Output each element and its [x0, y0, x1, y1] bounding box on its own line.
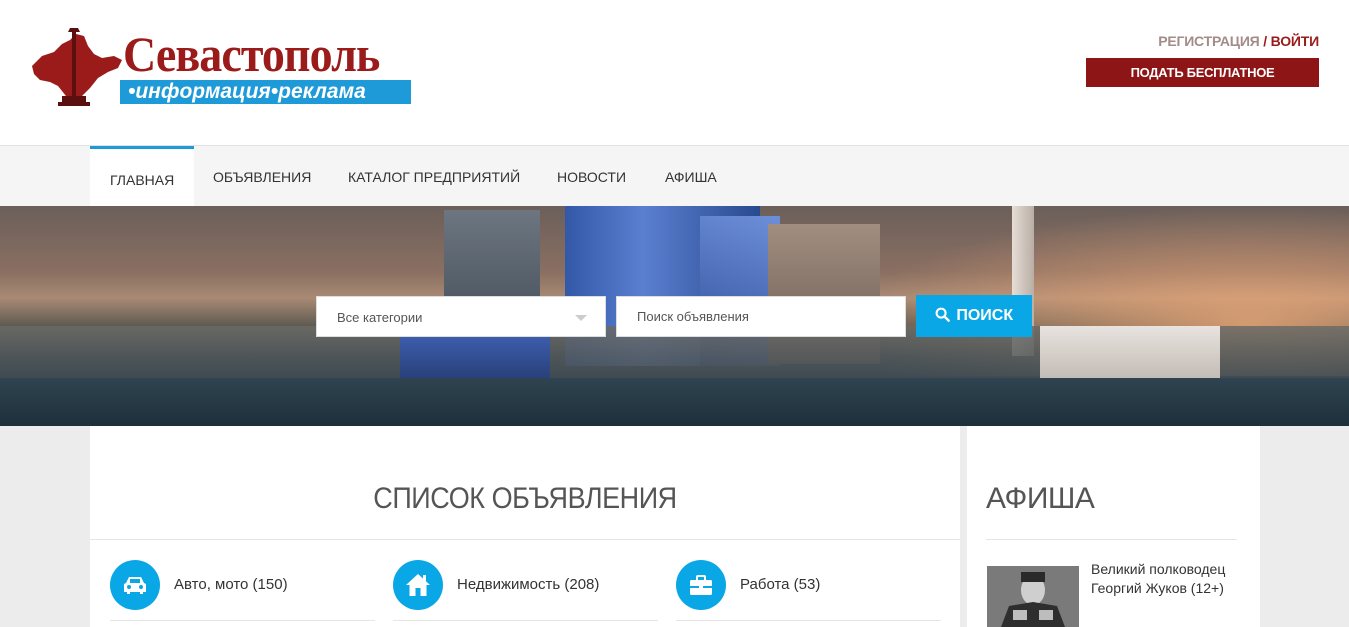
hero-building [400, 334, 550, 378]
car-icon [110, 560, 160, 610]
nav-item-news[interactable]: НОВОСТИ [537, 146, 646, 206]
nav-item-catalog[interactable]: КАТАЛОГ ПРЕДПРИЯТИЙ [328, 146, 540, 206]
search-input[interactable] [616, 296, 906, 337]
briefcase-icon [676, 560, 726, 610]
auth-links: РЕГИСТРАЦИЯ / ВОЙТИ [1158, 33, 1319, 49]
portrait-image [987, 566, 1079, 627]
chevron-down-icon [575, 315, 587, 321]
divider [90, 539, 960, 540]
hero-banner: Все категории ПОИСК [0, 206, 1349, 426]
nav-item-home[interactable]: ГЛАВНАЯ [90, 146, 195, 206]
auth-separator: / [1263, 33, 1267, 49]
nav-item-events[interactable]: АФИША [645, 146, 737, 206]
search-icon [935, 307, 950, 322]
ads-list-panel: СПИСОК ОБЪЯВЛЕНИЯ Авто, мото (150) Недви… [90, 426, 960, 627]
search-button-label: ПОИСК [956, 307, 1014, 324]
logo-subtitle: •информация•реклама [120, 80, 411, 104]
crimea-map-icon [32, 28, 122, 106]
divider [393, 620, 658, 621]
register-link[interactable]: РЕГИСТРАЦИЯ [1158, 33, 1260, 49]
category-label: Авто, мото (150) [174, 576, 288, 593]
site-header: Севастополь •информация•реклама РЕГИСТРА… [0, 0, 1349, 145]
event-thumbnail[interactable] [987, 566, 1079, 627]
ads-list-title: СПИСОК ОБЪЯВЛЕНИЯ [373, 482, 677, 515]
category-label: Недвижимость (208) [457, 576, 600, 593]
main-nav: ГЛАВНАЯ ОБЪЯВЛЕНИЯ КАТАЛОГ ПРЕДПРИЯТИЙ Н… [0, 145, 1349, 206]
hero-water [0, 378, 1349, 426]
divider [110, 620, 375, 621]
events-title: АФИША [986, 482, 1095, 515]
category-select[interactable]: Все категории [316, 296, 606, 337]
hero-building [1040, 326, 1220, 378]
logo-title: Севастополь [123, 26, 380, 82]
nav-item-ads[interactable]: ОБЪЯВЛЕНИЯ [193, 146, 331, 206]
search-button[interactable]: ПОИСК [916, 295, 1032, 337]
event-title-link[interactable]: Великий полководец Георгий Жуков (12+) [1091, 560, 1241, 598]
site-logo[interactable]: Севастополь •информация•реклама [28, 26, 418, 110]
house-icon [393, 560, 443, 610]
divider [676, 620, 941, 621]
login-link[interactable]: ВОЙТИ [1271, 33, 1320, 49]
post-free-ad-button[interactable]: ПОДАТЬ БЕСПЛАТНОЕ ОБЪЯВЛЕНИЕ [1086, 58, 1319, 109]
events-sidebar: АФИША Великий полководец Георгий Жуков (… [967, 426, 1260, 627]
category-label: Работа (53) [740, 576, 821, 593]
category-select-value: Все категории [337, 310, 423, 325]
divider [986, 539, 1237, 540]
